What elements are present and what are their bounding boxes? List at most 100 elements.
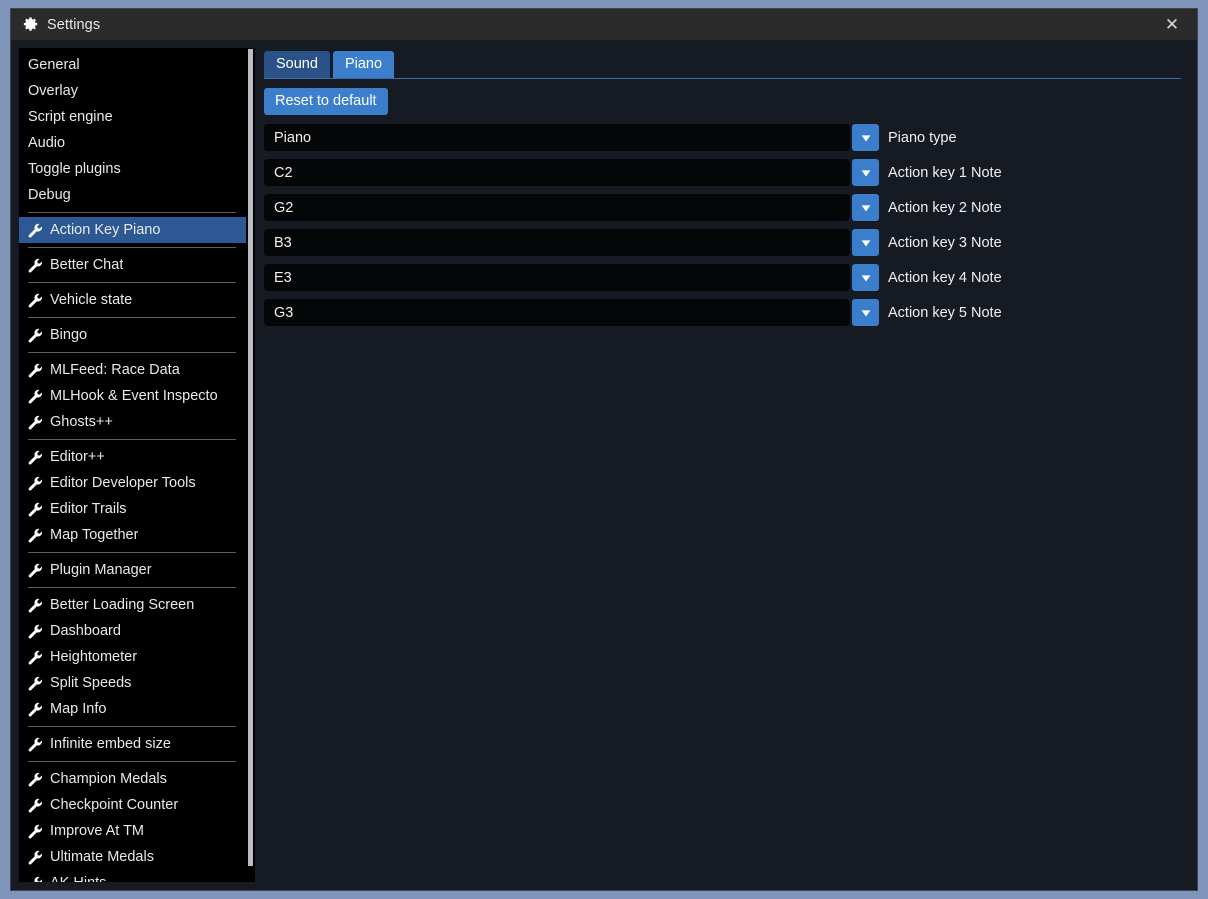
sidebar-item-label: MLFeed: Race Data [50,362,180,378]
sidebar-item-label: Overlay [28,83,78,99]
wrench-icon [28,258,43,272]
setting-row: G2 Action key 2 Note [264,194,1181,222]
sidebar-item-label: MLHook & Event Inspecto [50,388,218,404]
dropdown-toggle-1[interactable] [852,159,879,187]
sidebar-separator [28,317,236,318]
setting-label: Piano type [888,129,957,146]
sidebar-item-editor-developer-tools[interactable]: Editor Developer Tools [19,470,246,496]
sidebar-item-label: Script engine [28,109,113,125]
close-icon[interactable]: ✕ [1153,9,1191,40]
dropdown-toggle-5[interactable] [852,299,879,327]
sidebar-item-toggle-plugins[interactable]: Toggle plugins [19,156,246,182]
sidebar-item-mlhook-event-inspecto[interactable]: MLHook & Event Inspecto [19,383,246,409]
sidebar-item-debug[interactable]: Debug [19,182,246,208]
sidebar-item-ghosts[interactable]: Ghosts++ [19,409,246,435]
sidebar-item-label: AK Hints [50,875,106,882]
dropdown-value-4[interactable]: E3 [264,264,850,292]
sidebar-item-dashboard[interactable]: Dashboard [19,618,246,644]
sidebar-item-script-engine[interactable]: Script engine [19,104,246,130]
dropdown-value-1[interactable]: C2 [264,159,850,187]
setting-label: Action key 3 Note [888,234,1002,251]
sidebar-separator [28,439,236,440]
dropdown-value-5[interactable]: G3 [264,299,850,327]
wrench-icon [28,702,43,716]
sidebar-item-map-info[interactable]: Map Info [19,696,246,722]
wrench-icon [28,598,43,612]
chevron-down-icon [861,205,870,212]
wrench-icon [28,293,43,307]
setting-label: Action key 1 Note [888,164,1002,181]
dropdown-value-2[interactable]: G2 [264,194,850,222]
setting-label: Action key 4 Note [888,269,1002,286]
wrench-icon [28,528,43,542]
wrench-icon [28,798,43,812]
sidebar-item-vehicle-state[interactable]: Vehicle state [19,287,246,313]
wrench-icon [28,328,43,342]
sidebar-item-label: Map Info [50,701,107,717]
sidebar-item-editor-trails[interactable]: Editor Trails [19,496,246,522]
sidebar-separator [28,282,236,283]
wrench-icon [28,223,43,237]
sidebar-item-label: Bingo [50,327,88,343]
sidebar-scrollbar-thumb[interactable] [248,49,253,867]
sidebar-item-label: Improve At TM [50,823,145,839]
sidebar-item-label: Ultimate Medals [50,849,154,865]
sidebar: General Overlay Script engine Audio Toggle p… [19,48,255,882]
wrench-icon [34,876,42,882]
sidebar-item-map-together[interactable]: Map Together [19,522,246,548]
wrench-icon [28,502,43,516]
wrench-icon [28,737,43,751]
chevron-down-icon [861,170,870,177]
sidebar-item-ak-hints[interactable]: AK Hints [19,870,246,882]
tab-underline [264,78,1181,80]
sidebar-list: General Overlay Script engine Audio Toggle p… [19,48,246,882]
sidebar-item-split-speeds[interactable]: Split Speeds [19,670,246,696]
dropdown-value-0[interactable]: Piano [264,124,850,152]
sidebar-item-better-chat[interactable]: Better Chat [19,252,246,278]
dropdown-toggle-2[interactable] [852,194,879,222]
main-panel: Sound Piano Reset to default Piano Piano t… [255,48,1191,882]
dropdown-toggle-3[interactable] [852,229,879,257]
tab-piano[interactable]: Piano [332,51,395,79]
sidebar-separator [28,726,236,727]
dropdown-toggle-4[interactable] [852,264,879,292]
sidebar-item-action-key-piano[interactable]: Action Key Piano [19,217,246,243]
sidebar-separator [28,352,236,353]
sidebar-item-overlay[interactable]: Overlay [19,78,246,104]
setting-row: E3 Action key 4 Note [264,264,1181,292]
sidebar-item-mlfeed-race-data[interactable]: MLFeed: Race Data [19,357,246,383]
sidebar-separator [28,212,236,213]
sidebar-item-ultimate-medals[interactable]: Ultimate Medals [19,844,246,870]
sidebar-item-infinite-embed-size[interactable]: Infinite embed size [19,731,246,757]
tab-bar: Sound Piano [264,51,1181,79]
sidebar-item-better-loading-screen[interactable]: Better Loading Screen [19,592,246,618]
sidebar-item-improve-at-tm[interactable]: Improve At TM [19,818,246,844]
sidebar-item-heightometer[interactable]: Heightometer [19,644,246,670]
wrench-icon [28,650,43,664]
settings-window: Settings ✕ General Overlay Script engine Au… [10,8,1198,891]
sidebar-item-label: Checkpoint Counter [50,797,179,813]
window-body: General Overlay Script engine Audio Toggle p… [11,40,1197,890]
sidebar-item-label: Action Key Piano [50,222,161,238]
sidebar-separator [28,552,236,553]
sidebar-item-plugin-manager[interactable]: Plugin Manager [19,557,246,583]
sidebar-item-audio[interactable]: Audio [19,130,246,156]
sidebar-item-label: Map Together [50,527,139,543]
sidebar-scrollbar[interactable] [246,48,255,882]
sidebar-item-general[interactable]: General [19,52,246,78]
sidebar-item-champion-medals[interactable]: Champion Medals [19,766,246,792]
sidebar-item-bingo[interactable]: Bingo [19,322,246,348]
sidebar-item-label: Plugin Manager [50,562,152,578]
sidebar-item-checkpoint-counter[interactable]: Checkpoint Counter [19,792,246,818]
dropdown-value-3[interactable]: B3 [264,229,850,257]
setting-label: Action key 2 Note [888,199,1002,216]
dropdown-toggle-0[interactable] [852,124,879,152]
sidebar-separator [28,587,236,588]
window-title: Settings [47,16,101,33]
sidebar-item-editor[interactable]: Editor++ [19,444,246,470]
sidebar-item-label: Editor++ [50,449,105,465]
tab-sound[interactable]: Sound [264,51,330,79]
reset-to-default-button[interactable]: Reset to default [264,88,388,116]
wrench-icon [28,389,43,403]
sidebar-item-label: Vehicle state [50,292,133,308]
